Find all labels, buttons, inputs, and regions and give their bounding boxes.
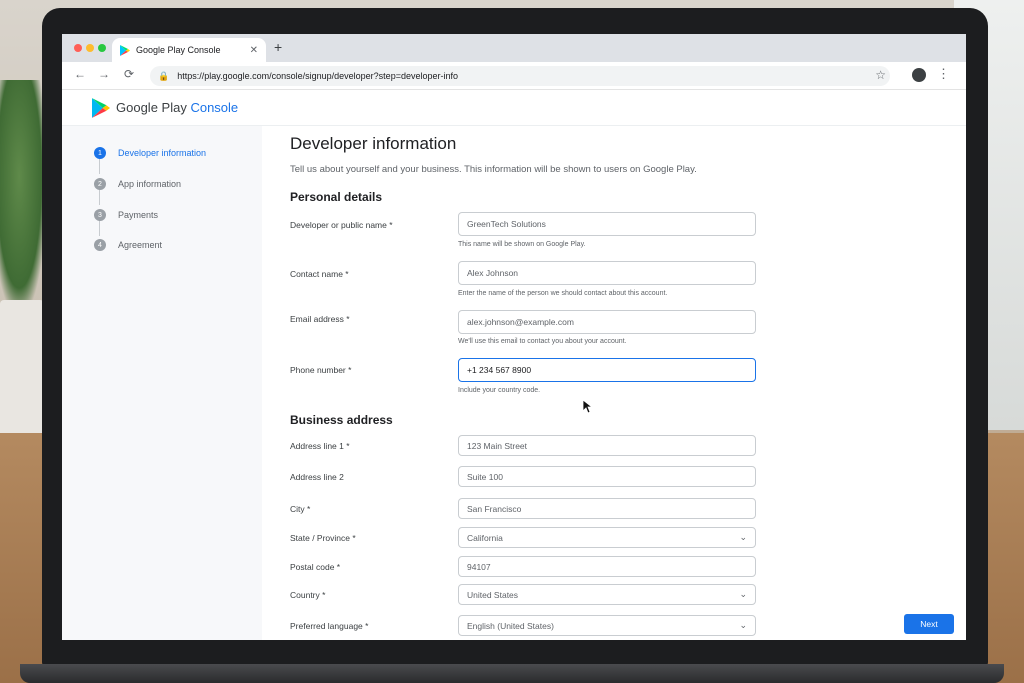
laptop-screen: Google Play Console ✕ + ← → ⟳ 🔒 https://…: [62, 34, 966, 640]
email-label: Email address *: [290, 314, 350, 324]
step-payments[interactable]: 3 Payments: [94, 209, 158, 221]
step-agreement[interactable]: 4 Agreement: [94, 239, 162, 251]
play-logo-icon: [120, 44, 130, 56]
bookmark-star-icon[interactable]: ☆: [875, 68, 886, 82]
browser-tab[interactable]: Google Play Console ✕: [112, 38, 266, 62]
close-tab-icon[interactable]: ✕: [250, 45, 258, 56]
next-button[interactable]: Next: [904, 614, 954, 634]
profile-avatar-icon[interactable]: [912, 68, 926, 82]
back-icon[interactable]: ←: [74, 67, 86, 81]
reload-icon[interactable]: ⟳: [124, 67, 134, 81]
lock-icon: 🔒: [158, 70, 170, 81]
chevron-down-icon: ⌄: [739, 620, 747, 630]
country-select[interactable]: United States ⌄: [458, 584, 756, 605]
chevron-down-icon: ⌄: [739, 532, 747, 542]
country-value: United States: [467, 589, 519, 600]
chevron-down-icon: ⌄: [739, 589, 747, 599]
step-number: 1: [94, 147, 106, 159]
city-input[interactable]: San Francisco: [458, 498, 756, 519]
step-connector: [99, 220, 100, 236]
phone-input[interactable]: +1 234 567 8900: [458, 358, 756, 382]
brand-name: Google Play Console: [116, 100, 238, 115]
signup-stepper: 1 Developer information 2 App informatio…: [62, 126, 262, 640]
laptop-keyboard-base: [20, 664, 1004, 683]
step-connector: [99, 189, 100, 205]
step-label: App information: [118, 179, 182, 189]
tab-title: Google Play Console: [136, 45, 221, 55]
language-label: Preferred language *: [290, 621, 369, 631]
postal-code-label: Postal code *: [290, 562, 341, 572]
step-label: Payments: [118, 210, 159, 220]
url-text: https://play.google.com/console/signup/d…: [177, 71, 458, 81]
language-select[interactable]: English (United States) ⌄: [458, 615, 756, 636]
developer-name-label: Developer or public name *: [290, 220, 393, 230]
city-label: City *: [290, 504, 311, 514]
forward-icon[interactable]: →: [98, 67, 110, 81]
contact-name-helper: Enter the name of the person we should c…: [458, 290, 668, 297]
email-input[interactable]: alex.johnson@example.com: [458, 310, 756, 334]
language-value: English (United States): [467, 620, 554, 631]
new-tab-icon[interactable]: +: [274, 39, 282, 55]
address-line-1-label: Address line 1 *: [290, 441, 350, 451]
address-line-1-input[interactable]: 123 Main Street: [458, 435, 756, 456]
step-number: 3: [94, 209, 106, 221]
mouse-cursor-icon: [583, 400, 593, 414]
country-label: Country *: [290, 590, 326, 600]
background-plant: [0, 80, 48, 320]
address-line-2-input[interactable]: Suite 100: [458, 466, 756, 487]
browser-menu-icon[interactable]: ⋮: [937, 66, 950, 82]
brand-prefix: Google Play: [116, 100, 187, 115]
page-header: Google Play Console: [62, 90, 966, 126]
phone-label: Phone number *: [290, 365, 352, 375]
contact-name-label: Contact name *: [290, 269, 349, 279]
state-label: State / Province *: [290, 533, 356, 543]
step-number: 4: [94, 239, 106, 251]
laptop: Google Play Console ✕ + ← → ⟳ 🔒 https://…: [42, 8, 988, 668]
brand-suffix: Console: [190, 100, 239, 115]
page-subtitle: Tell us about yourself and your business…: [290, 164, 697, 175]
google-play-logo-icon[interactable]: [92, 97, 110, 118]
background-pot: [0, 300, 44, 440]
personal-details-heading: Personal details: [290, 190, 383, 204]
postal-code-input[interactable]: 94107: [458, 556, 756, 577]
state-value: California: [467, 532, 503, 543]
maximize-window-dot[interactable]: [98, 44, 106, 52]
address-line-2-label: Address line 2: [290, 472, 344, 482]
step-label: Agreement: [118, 240, 163, 250]
step-app-information[interactable]: 2 App information: [94, 178, 181, 190]
page-title: Developer information: [290, 134, 457, 153]
step-number: 2: [94, 178, 106, 190]
developer-name-helper: This name will be shown on Google Play.: [458, 241, 586, 248]
minimize-window-dot[interactable]: [86, 44, 94, 52]
address-bar[interactable]: 🔒 https://play.google.com/console/signup…: [150, 66, 890, 86]
business-address-heading: Business address: [290, 413, 393, 427]
step-label: Developer information: [118, 148, 207, 158]
developer-info-form: Developer information Tell us about your…: [262, 126, 966, 640]
step-connector: [99, 158, 100, 174]
close-window-dot[interactable]: [74, 44, 82, 52]
email-helper: We'll use this email to contact you abou…: [458, 338, 627, 345]
browser-toolbar: ← → ⟳ 🔒 https://play.google.com/console/…: [62, 62, 966, 90]
developer-name-input[interactable]: GreenTech Solutions: [458, 212, 756, 236]
browser-tabbar: Google Play Console ✕ +: [62, 34, 966, 62]
state-select[interactable]: California ⌄: [458, 527, 756, 548]
contact-name-input[interactable]: Alex Johnson: [458, 261, 756, 285]
step-developer-information[interactable]: 1 Developer information: [94, 147, 206, 159]
phone-helper: Include your country code.: [458, 387, 541, 394]
